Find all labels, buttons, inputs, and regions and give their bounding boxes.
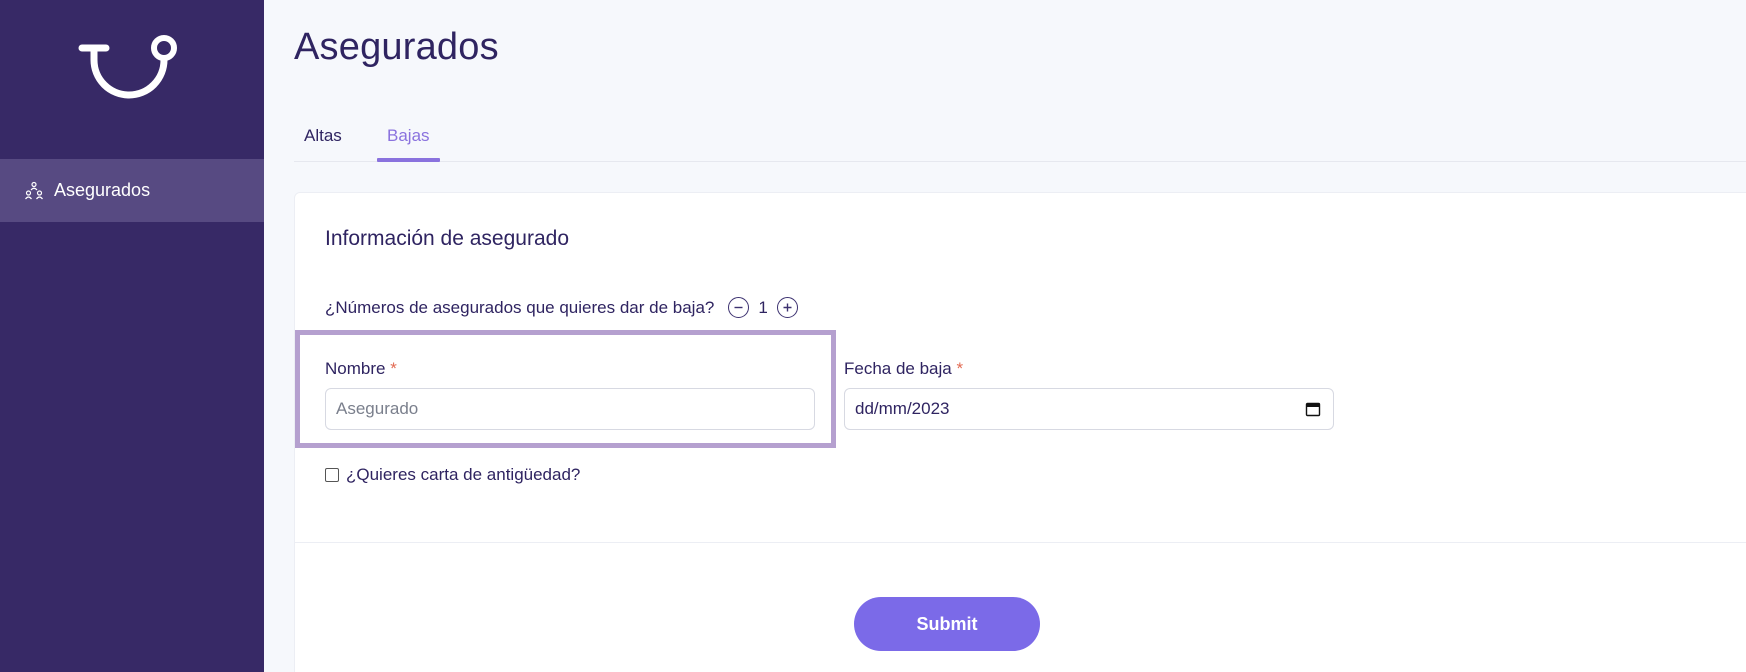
tab-bar: Altas Bajas	[294, 118, 1746, 162]
form-card: Información de asegurado ¿Números de ase…	[294, 192, 1746, 672]
required-mark: *	[956, 359, 964, 378]
section-title: Información de asegurado	[325, 227, 569, 250]
nombre-label: Nombre *	[325, 359, 815, 379]
required-mark: *	[390, 359, 397, 378]
fecha-label: Fecha de baja *	[844, 359, 1334, 379]
antiguedad-label[interactable]: ¿Quieres carta de antigüedad?	[346, 465, 580, 485]
people-icon	[24, 181, 44, 201]
sidebar-item-label: Asegurados	[54, 180, 151, 200]
count-question-label: ¿Números de asegurados que quieres dar d…	[325, 297, 715, 317]
divider	[295, 542, 1746, 543]
submit-button[interactable]: Submit	[854, 597, 1040, 651]
calendar-icon[interactable]	[1305, 401, 1321, 417]
page-title: Asegurados	[294, 26, 499, 68]
fecha-field: Fecha de baja * dd/mm/2023	[844, 359, 1334, 430]
fecha-label-text: Fecha de baja	[844, 359, 952, 378]
count-value: 1	[758, 297, 768, 317]
nombre-label-text: Nombre	[325, 359, 386, 378]
smile-logo-icon[interactable]	[78, 34, 182, 104]
minus-icon[interactable]	[728, 297, 750, 318]
nombre-input[interactable]	[325, 388, 815, 430]
antiguedad-row: ¿Quieres carta de antigüedad?	[325, 465, 580, 485]
quantity-stepper: 1	[728, 297, 798, 318]
tab-bajas[interactable]: Bajas	[377, 126, 440, 162]
plus-icon[interactable]	[776, 297, 798, 318]
antiguedad-checkbox[interactable]	[325, 468, 339, 482]
count-question: ¿Números de asegurados que quieres dar d…	[325, 297, 798, 318]
fecha-date-input[interactable]: dd/mm/2023	[844, 388, 1334, 430]
tab-altas[interactable]: Altas	[294, 126, 352, 162]
sidebar: Asegurados	[0, 0, 264, 672]
sidebar-item-asegurados[interactable]: Asegurados	[0, 159, 264, 222]
nombre-field: Nombre *	[325, 359, 815, 430]
fecha-value: dd/mm/2023	[855, 399, 950, 418]
main-content: Asegurados Altas Bajas Información de as…	[264, 0, 1746, 672]
